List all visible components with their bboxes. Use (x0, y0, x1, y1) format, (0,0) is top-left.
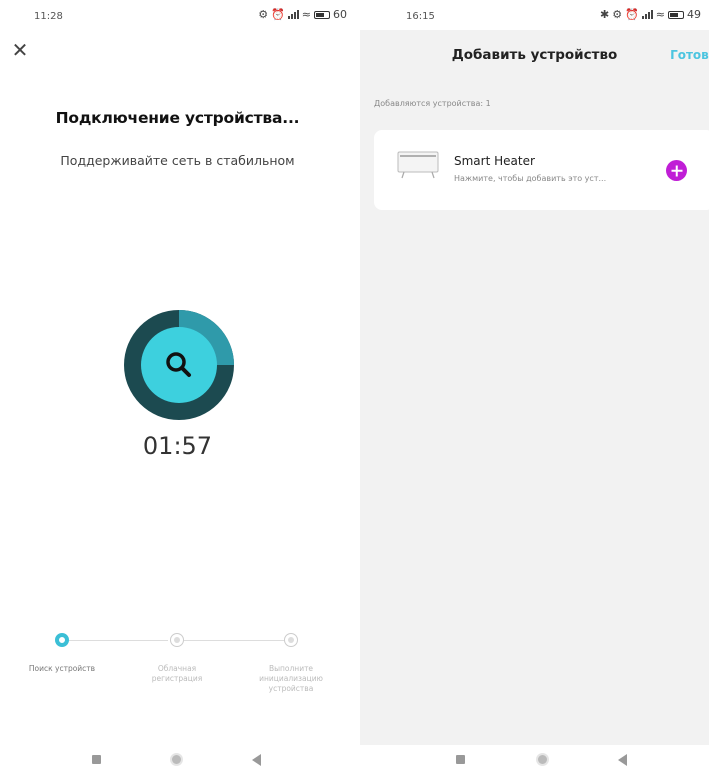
step-2-label: Облачная регистрация (151, 664, 203, 683)
ring-center (141, 327, 217, 403)
signal-icon (287, 10, 299, 19)
status-bar: 11:28 ⚙ ⏰ ≈ 60 (0, 0, 355, 30)
step-2-indicator (170, 633, 184, 647)
battery-level: 60 (333, 8, 347, 21)
page-subtitle: Поддерживайте сеть в стабильном (60, 153, 295, 168)
countdown-timer: 01:57 (142, 432, 213, 460)
signal-icon (641, 10, 653, 19)
device-name: Smart Heater (454, 154, 535, 168)
step-3-indicator (284, 633, 298, 647)
notification-icon: ⚙ (258, 8, 269, 21)
heater-icon (397, 151, 439, 179)
home-button[interactable] (536, 753, 549, 766)
home-button[interactable] (170, 753, 183, 766)
page-title: Подключение устройства... (55, 109, 300, 127)
battery-icon (314, 10, 330, 19)
device-card[interactable]: Smart Heater Нажмите, чтобы добавить это… (374, 130, 709, 210)
back-button[interactable] (618, 754, 627, 766)
page-title: Добавить устройство (451, 47, 618, 63)
system-nav-bar (0, 745, 355, 771)
status-time: 16:15 (406, 11, 435, 22)
recent-apps-button[interactable] (456, 755, 465, 764)
recent-apps-button[interactable] (92, 755, 101, 764)
back-button[interactable] (252, 754, 261, 766)
add-device-screen: 16:15 ✱ ⚙ ⏰ ≈ 49 Добавить устройство Гот… (360, 0, 709, 771)
status-icons: ⚙ ⏰ ≈ 60 (258, 8, 347, 21)
battery-level: 49 (687, 8, 701, 21)
close-icon[interactable]: ✕ (10, 40, 30, 60)
notification-icon: ⚙ (612, 8, 623, 21)
system-nav-bar (360, 745, 709, 771)
bluetooth-icon: ✱ (599, 8, 610, 21)
progress-steps: Поиск устройств Облачная регистрация Вып… (0, 628, 355, 718)
alarm-icon: ⏰ (271, 8, 285, 21)
step-connector (68, 640, 168, 641)
status-icons: ✱ ⚙ ⏰ ≈ 49 (600, 8, 701, 21)
step-connector (184, 640, 284, 641)
status-bar: 16:15 ✱ ⚙ ⏰ ≈ 49 (360, 0, 709, 30)
search-progress-ring (124, 310, 234, 420)
device-hint: Нажмите, чтобы добавить это уст... (454, 174, 607, 183)
adding-devices-label: Добавляются устройства: 1 (374, 99, 491, 108)
alarm-icon: ⏰ (625, 8, 639, 21)
connecting-screen: 11:28 ⚙ ⏰ ≈ 60 ✕ Подключение устройства.… (0, 0, 355, 771)
wifi-icon: ≈ (301, 8, 311, 21)
plus-icon[interactable] (666, 160, 687, 181)
step-1-label: Поиск устройств (28, 664, 96, 673)
wifi-icon: ≈ (655, 8, 665, 21)
status-time: 11:28 (34, 11, 63, 22)
step-3-label: Выполните инициализацию устройства (259, 664, 323, 693)
done-button[interactable]: Готово (670, 48, 709, 62)
step-1-indicator (55, 633, 69, 647)
battery-icon (668, 10, 684, 19)
